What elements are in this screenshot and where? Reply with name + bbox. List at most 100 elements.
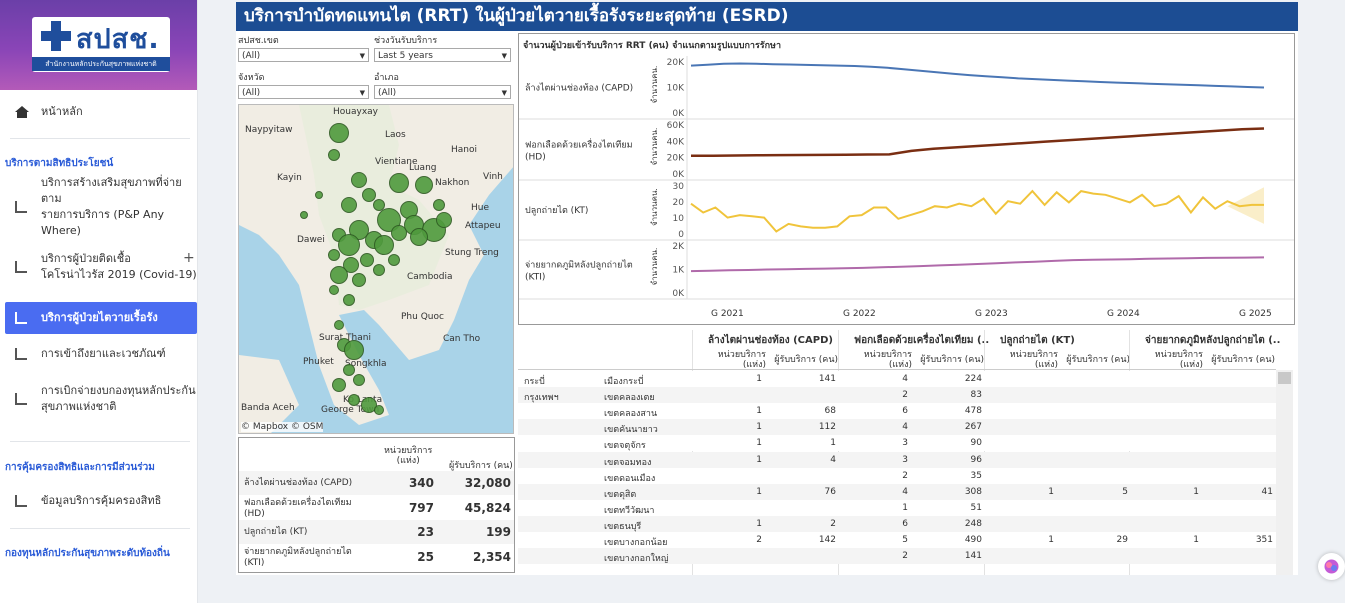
cell-value: 4 bbox=[902, 422, 908, 433]
map-service-dot[interactable] bbox=[343, 294, 355, 306]
filter-province-value: (All) bbox=[242, 88, 261, 98]
series-line bbox=[690, 62, 1265, 89]
map-place-label: Hanoi bbox=[451, 145, 477, 155]
table-row[interactable]: เขตบางกอกน้อย 2 142 5 490 1 29 1 351 bbox=[518, 532, 1276, 548]
nav-item-drugs[interactable]: การเข้าถึงยาและเวชภัณฑ์ bbox=[5, 345, 197, 363]
nav-item-covid[interactable]: บริการผู้ป่วยติดเชื้อ โคโรน่าไวรัส 2019 (… bbox=[5, 250, 197, 284]
y-axis-label: จำนวนคน. bbox=[650, 188, 659, 226]
map-service-dot[interactable] bbox=[373, 264, 385, 276]
table-row[interactable]: เขตบางกอกใหญ่ 2 141 bbox=[518, 548, 1276, 565]
cell-value: 83 bbox=[970, 390, 982, 401]
map-service-dot[interactable] bbox=[334, 320, 344, 330]
series-line bbox=[690, 256, 1265, 273]
nav-home[interactable]: หน้าหลัก bbox=[5, 103, 197, 121]
map-service-dot[interactable] bbox=[374, 405, 384, 415]
map-place-label: Stung Treng bbox=[445, 248, 499, 258]
table-row[interactable]: เขตจอมทอง 1 4 3 96 bbox=[518, 451, 1276, 468]
nav-item-ckd[interactable]: บริการผู้ป่วยไตวายเรื้อรัง bbox=[5, 302, 197, 334]
map-service-dot[interactable] bbox=[389, 173, 409, 193]
map-service-dot[interactable] bbox=[415, 176, 433, 194]
table-row[interactable]: กรุงเทพฯ เขตคลองเตย 2 83 bbox=[518, 387, 1276, 404]
map-service-dot[interactable] bbox=[374, 235, 394, 255]
header-divider bbox=[518, 369, 1276, 370]
map-place-label: Laos bbox=[385, 130, 406, 140]
map-service-dot[interactable] bbox=[353, 374, 365, 386]
map-service-dot[interactable] bbox=[348, 394, 360, 406]
table-sub-header-people: ผู้รับบริการ (คน) bbox=[1211, 355, 1275, 365]
summary-header-units-l2: (แห่ง) bbox=[396, 456, 420, 466]
cell-value: 41 bbox=[1261, 486, 1273, 497]
cell-value: 490 bbox=[964, 535, 982, 545]
map-service-dot[interactable] bbox=[315, 191, 323, 199]
sidebar: สปสช. สำนักงานหลักประกันสุขภาพแห่งชาติ ห… bbox=[0, 0, 198, 603]
map-service-dot[interactable] bbox=[343, 364, 355, 376]
service-map[interactable]: Houayxay Naypyitaw Laos Vientiane Hanoi Nakho… bbox=[238, 104, 514, 434]
table-row[interactable]: เขตจตุจักร 1 1 3 90 bbox=[518, 435, 1276, 452]
table-row[interactable]: เขตคลองสาน 1 68 6 478 bbox=[518, 403, 1276, 420]
cell-value: 1 bbox=[1048, 535, 1054, 545]
map-service-dot[interactable] bbox=[410, 228, 428, 246]
table-row[interactable]: เขตคันนายาว 1 112 4 267 bbox=[518, 419, 1276, 436]
y-tick-label: 20K bbox=[667, 154, 685, 164]
map-service-dot[interactable] bbox=[338, 234, 360, 256]
nav-item-rights[interactable]: ข้อมูลบริการคุ้มครองสิทธิ bbox=[5, 492, 197, 510]
detail-table[interactable]: ล้างไตผ่านช่องท้อง (CAPD) หน่วยบริการ (แห่… bbox=[518, 328, 1295, 575]
filter-district-select[interactable]: (All) ▼ bbox=[374, 85, 511, 99]
trend-chart[interactable]: จำนวนผู้ป่วยเข้ารับบริการ RRT (คน) จำแนก… bbox=[518, 33, 1295, 325]
nav-section-local-fund: กองทุนหลักประกันสุขภาพระดับท้องถิ่น bbox=[5, 548, 170, 559]
map-service-dot[interactable] bbox=[388, 254, 400, 266]
table-row[interactable]: เขตธนบุรี 1 2 6 248 bbox=[518, 515, 1276, 532]
table-row[interactable]: กระบี่ เมืองกระบี่ 1 141 4 224 bbox=[518, 371, 1276, 387]
map-service-dot[interactable] bbox=[433, 199, 445, 211]
filter-district-value: (All) bbox=[378, 88, 397, 98]
row-label: จ่ายยากดภูมิหลังปลูกถ่ายไต bbox=[525, 260, 633, 271]
series-line bbox=[690, 127, 1265, 158]
cell-value: 1 bbox=[830, 438, 836, 449]
cell-province: กรุงเทพฯ bbox=[524, 393, 559, 404]
map-service-dot[interactable] bbox=[344, 340, 364, 360]
dashboard-content: สปสช.เขต (All) ▼ ช่วงวันรับบริการ Last 5 … bbox=[236, 31, 1298, 575]
map-place-label: Attapeu bbox=[465, 221, 501, 231]
map-service-dot[interactable] bbox=[360, 253, 374, 267]
assistant-button[interactable] bbox=[1318, 553, 1345, 580]
table-sub-header-people: ผู้รับบริการ (คน) bbox=[774, 355, 838, 365]
nav-home-label: หน้าหลัก bbox=[41, 105, 83, 118]
cell-value: 1 bbox=[902, 502, 908, 513]
map-service-dot[interactable] bbox=[329, 123, 349, 143]
table-row[interactable]: เขตดอนเมือง 2 35 bbox=[518, 467, 1276, 484]
map-service-dot[interactable] bbox=[391, 225, 407, 241]
nhso-logo[interactable]: สปสช. สำนักงานหลักประกันสุขภาพแห่งชาติ bbox=[32, 17, 170, 72]
nav-item-fund[interactable]: การเบิกจ่ายงบกองทุนหลักประกัน สุขภาพแห่งช… bbox=[5, 382, 197, 416]
table-row[interactable]: เขตทวีวัฒนา 1 51 bbox=[518, 499, 1276, 516]
y-tick-label: 60K bbox=[667, 121, 685, 131]
divider bbox=[10, 441, 190, 442]
summary-row-people: 32,080 bbox=[464, 476, 511, 490]
summary-row: ฟอกเลือดด้วยเครื่องไตเทียม (HD) 797 45,8… bbox=[239, 495, 514, 520]
map-service-dot[interactable] bbox=[328, 149, 340, 161]
filter-province-select[interactable]: (All) ▼ bbox=[238, 85, 369, 99]
cell-value: 1 bbox=[756, 486, 762, 497]
map-service-dot[interactable] bbox=[351, 172, 367, 188]
x-tick-label: G 2022 bbox=[843, 309, 876, 319]
scrollbar-thumb[interactable] bbox=[1278, 372, 1291, 384]
table-row[interactable]: เขตดุสิต 1 76 4 308 1 5 1 41 bbox=[518, 483, 1276, 500]
expand-plus-icon[interactable]: + bbox=[183, 250, 195, 266]
summary-table: หน่วยบริการ (แห่ง) ผู้รับบริการ (คน) ล้าง… bbox=[238, 437, 515, 573]
map-service-dot[interactable] bbox=[300, 211, 308, 219]
nav-item-pp[interactable]: บริการสร้างเสริมสุขภาพที่จ่ายตาม รายการบร… bbox=[5, 176, 197, 237]
row-label2: (KTI) bbox=[525, 273, 545, 283]
map-service-dot[interactable] bbox=[352, 273, 366, 287]
map-service-dot[interactable] bbox=[330, 266, 348, 284]
map-service-dot[interactable] bbox=[436, 212, 452, 228]
filter-region-label: สปสช.เขต bbox=[238, 36, 279, 46]
cell-value: 2 bbox=[902, 390, 908, 401]
filter-region-select[interactable]: (All) ▼ bbox=[238, 48, 369, 62]
cell-value: 1 bbox=[1048, 486, 1054, 497]
filter-period-select[interactable]: Last 5 years ▼ bbox=[374, 48, 511, 62]
map-service-dot[interactable] bbox=[328, 249, 340, 261]
map-service-dot[interactable] bbox=[341, 197, 357, 213]
table-scrollbar[interactable] bbox=[1276, 370, 1293, 575]
chart-icon bbox=[15, 261, 29, 273]
map-service-dot[interactable] bbox=[329, 285, 339, 295]
map-service-dot[interactable] bbox=[332, 378, 346, 392]
